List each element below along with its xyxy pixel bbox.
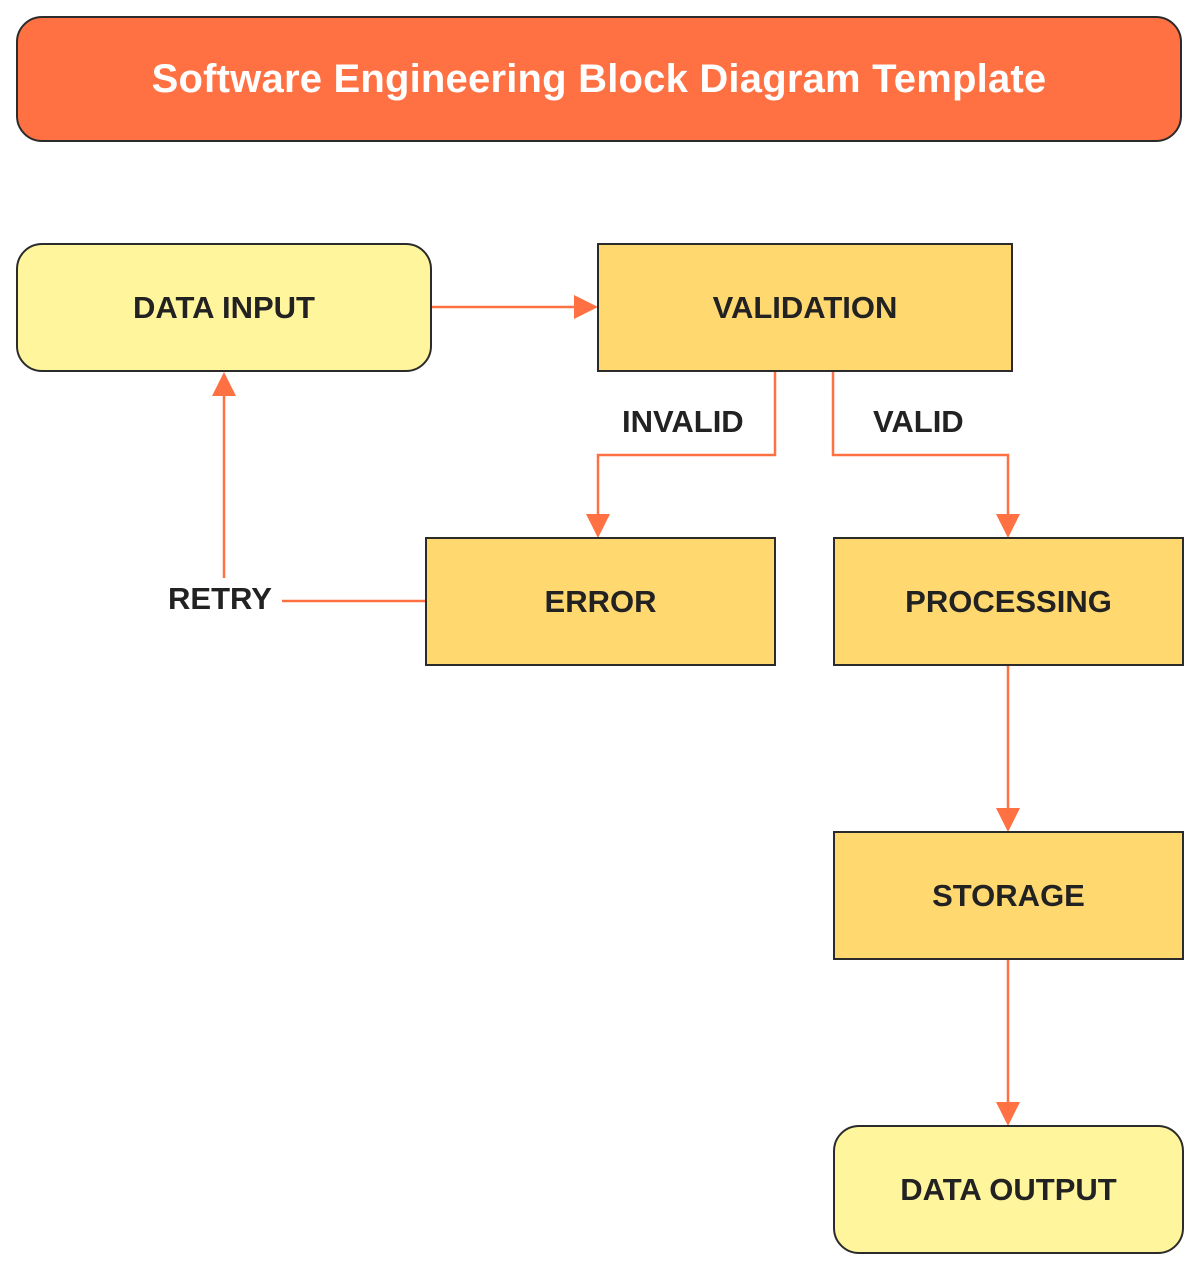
node-processing[interactable]: PROCESSING xyxy=(833,537,1184,666)
node-label: VALIDATION xyxy=(712,289,898,325)
node-error[interactable]: ERROR xyxy=(425,537,776,666)
node-validation[interactable]: VALIDATION xyxy=(597,243,1013,372)
node-label: PROCESSING xyxy=(905,583,1112,619)
node-label: STORAGE xyxy=(932,877,1085,913)
node-label: ERROR xyxy=(544,583,657,619)
edge-label-invalid: INVALID xyxy=(622,404,744,439)
arrowhead-data-input xyxy=(212,372,236,396)
edge-validation-to-processing xyxy=(831,372,1010,518)
edge-label-valid: VALID xyxy=(873,404,964,439)
arrowhead-storage xyxy=(996,808,1020,832)
node-storage[interactable]: STORAGE xyxy=(833,831,1184,960)
node-data-output[interactable]: DATA OUTPUT xyxy=(833,1125,1184,1254)
arrowhead-error xyxy=(586,514,610,538)
arrowhead-data-output xyxy=(996,1102,1020,1126)
edge-label-retry: RETRY xyxy=(168,581,272,616)
node-label: DATA INPUT xyxy=(133,289,315,325)
node-data-input[interactable]: DATA INPUT xyxy=(16,243,432,372)
edge-validation-to-error xyxy=(596,372,777,518)
node-label: DATA OUTPUT xyxy=(900,1171,1117,1207)
arrowhead-processing xyxy=(996,514,1020,538)
arrowhead-validation xyxy=(574,295,598,319)
